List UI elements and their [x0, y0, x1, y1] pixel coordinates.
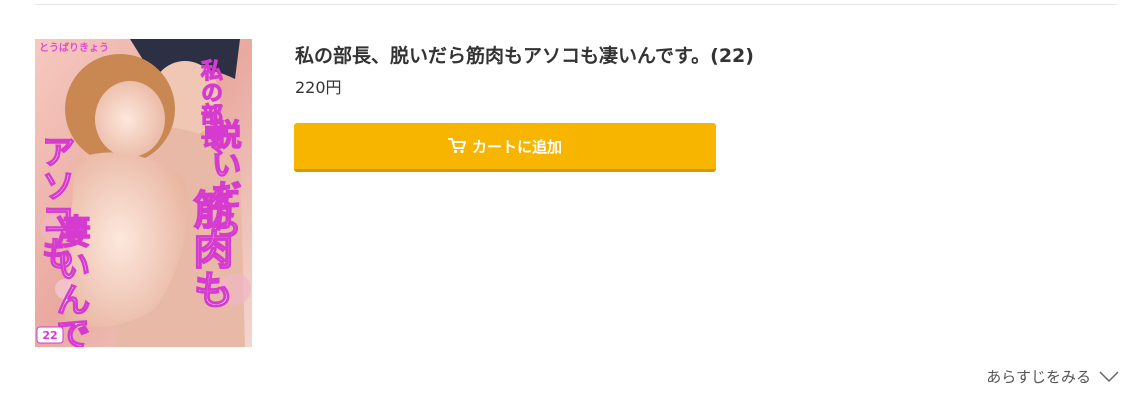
cart-plus-icon: [447, 138, 466, 154]
add-to-cart-label: カートに追加: [471, 137, 562, 156]
top-divider: [35, 4, 1117, 5]
cover-author: とうばりきょう: [39, 41, 109, 54]
book-cover-image: とうばりきょう 私の部長、 アソコも 脱いだら 筋肉も 凄いんです。 22: [35, 39, 252, 347]
cover-volume: 22: [42, 329, 57, 342]
book-cover[interactable]: とうばりきょう 私の部長、 アソコも 脱いだら 筋肉も 凄いんです。 22: [35, 39, 252, 347]
cover-title-line-3: 筋肉も: [187, 189, 234, 309]
chevron-down-icon: [1099, 370, 1119, 383]
add-to-cart-button[interactable]: カートに追加: [294, 123, 716, 172]
synopsis-label: あらすじをみる: [986, 368, 1091, 386]
product-title[interactable]: 私の部長、脱いだら筋肉もアソコも凄いんです。(22): [295, 41, 754, 68]
product-price: 220円: [295, 78, 342, 97]
synopsis-toggle[interactable]: あらすじをみる: [986, 366, 1119, 387]
